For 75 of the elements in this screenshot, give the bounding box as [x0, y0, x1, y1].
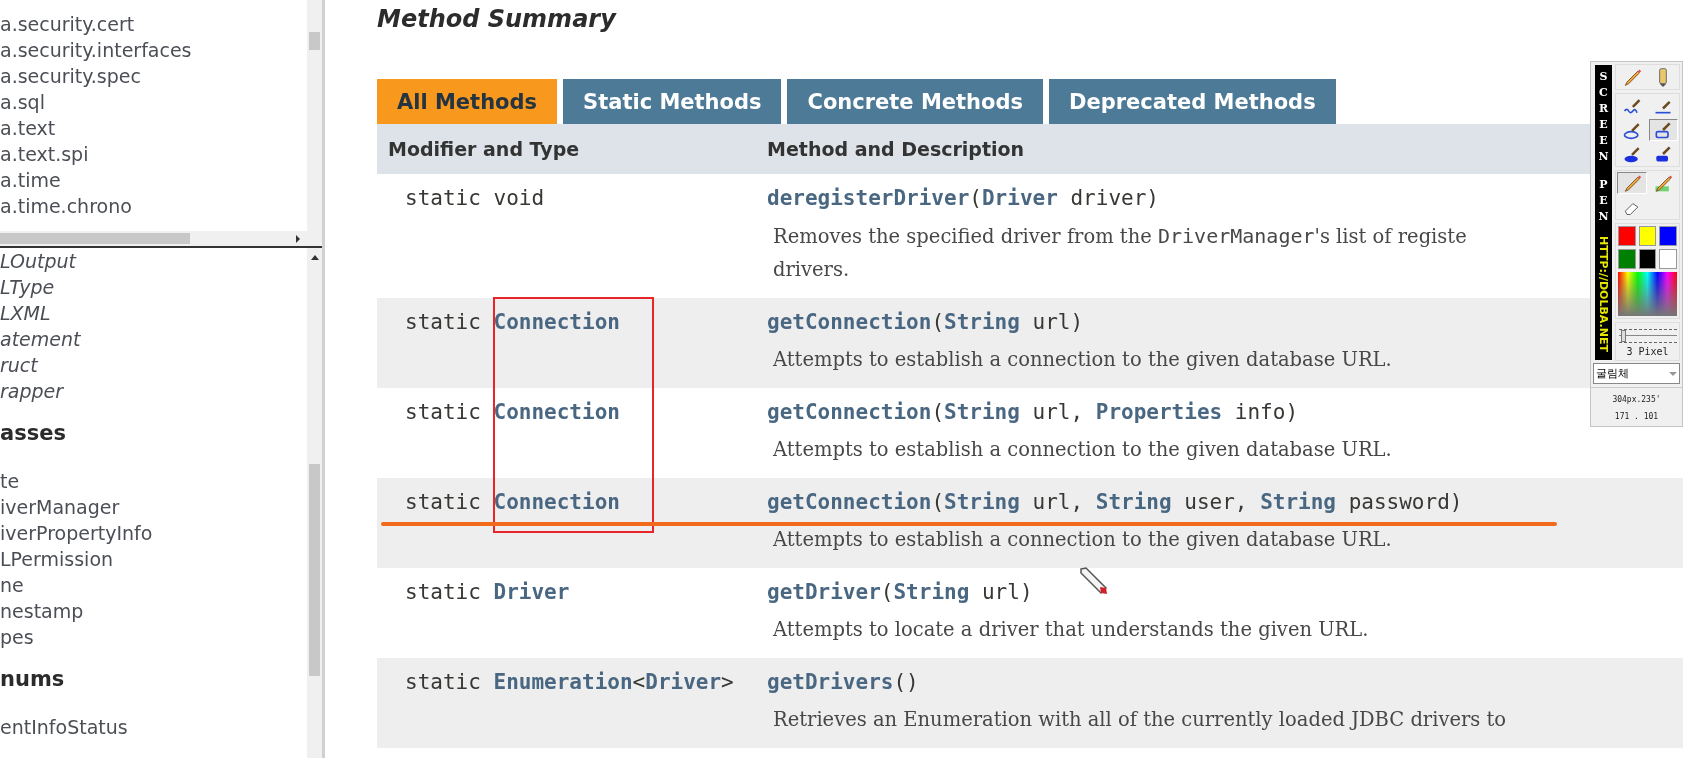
- scrollbar[interactable]: [307, 0, 322, 231]
- section-title: Method Summary: [377, 4, 616, 34]
- package-link[interactable]: a.text.spi: [0, 141, 89, 167]
- interface-link[interactable]: atement: [0, 326, 81, 352]
- tool-button[interactable]: [1648, 119, 1678, 141]
- package-link[interactable]: a.time.chrono: [0, 193, 132, 219]
- column-header: Modifier and Type: [388, 138, 580, 160]
- method-description: drivers.: [773, 257, 850, 283]
- class-link[interactable]: pes: [0, 624, 34, 650]
- caret-icon: [1667, 369, 1679, 378]
- method-signature[interactable]: getDriver(String url): [767, 574, 1033, 610]
- scroll-up-icon[interactable]: [309, 254, 320, 261]
- method-signature[interactable]: getConnection(String url, String user, String password): [767, 484, 1463, 520]
- thickness-reading: 3 Pixel: [1626, 346, 1669, 357]
- class-link[interactable]: LPermission: [0, 546, 114, 572]
- return-type: static void: [404, 185, 545, 212]
- interface-link[interactable]: ruct: [0, 352, 38, 378]
- scrollbar[interactable]: [0, 231, 322, 246]
- method-description: Retrieves an Enumeration with all of the currently loaded JDBC drivers to: [773, 707, 1507, 733]
- scroll-right-icon[interactable]: [294, 233, 302, 244]
- interface-link[interactable]: LOutput: [0, 248, 76, 274]
- return-type: static Connection: [404, 489, 620, 516]
- package-link[interactable]: a.security.spec: [0, 63, 141, 89]
- method-signature[interactable]: getConnection(String url, Properties info): [767, 394, 1299, 430]
- color-swatch[interactable]: [1618, 226, 1636, 246]
- package-link[interactable]: a.sql: [0, 89, 45, 115]
- font-dropdown[interactable]: 굴림체: [1593, 363, 1680, 384]
- section-heading: nums: [0, 666, 65, 692]
- brand-label: SCREEN: [1598, 69, 1609, 165]
- color-swatch[interactable]: [1618, 249, 1636, 269]
- class-link[interactable]: iverPropertyInfo: [0, 520, 153, 546]
- package-link[interactable]: a.security.interfaces: [0, 37, 192, 63]
- class-link[interactable]: ne: [0, 572, 24, 598]
- class-link[interactable]: nestamp: [0, 598, 84, 624]
- interface-link[interactable]: LType: [0, 274, 55, 300]
- package-link[interactable]: a.security.cert: [0, 11, 135, 37]
- color-swatch[interactable]: [1659, 226, 1677, 246]
- color-spectrum[interactable]: [1618, 272, 1677, 316]
- return-type: static Enumeration<Driver>: [404, 669, 734, 696]
- class-link[interactable]: iverManager: [0, 494, 120, 520]
- class-link[interactable]: entInfoStatus: [0, 714, 128, 740]
- method-description: Attempts to establish a connection to the given database URL.: [773, 437, 1392, 463]
- interface-link[interactable]: LXML: [0, 300, 51, 326]
- color-swatch[interactable]: [1659, 249, 1677, 269]
- method-signature[interactable]: getConnection(String url): [767, 304, 1084, 340]
- tab[interactable]: All Methods: [377, 79, 558, 124]
- method-description: Attempts to establish a connection to the given database URL.: [773, 527, 1392, 553]
- thickness-slider[interactable]: [1618, 329, 1677, 343]
- column-header: Method and Description: [767, 138, 1025, 160]
- website-label: HTTP://DOLBA.NET: [1597, 236, 1610, 353]
- color-swatch[interactable]: [1638, 249, 1657, 269]
- interface-link[interactable]: rapper: [0, 378, 64, 404]
- method-signature[interactable]: deregisterDriver(Driver driver): [767, 180, 1159, 216]
- return-type: static Connection: [404, 399, 620, 426]
- section-heading: asses: [0, 420, 66, 446]
- brand-label: PEN: [1598, 176, 1609, 225]
- tab[interactable]: Concrete Methods: [787, 79, 1043, 124]
- highlighter-icon: [1653, 173, 1674, 193]
- method-description: Attempts to locate a driver that understands the given URL.: [773, 617, 1369, 643]
- method-description: Removes the specified driver from the DriverManager's list of registe: [773, 223, 1467, 250]
- return-type: static Driver: [404, 579, 570, 606]
- scrollbar[interactable]: [307, 248, 322, 758]
- method-description: Attempts to establish a connection to the given database URL.: [773, 347, 1392, 373]
- tool-button[interactable]: [1617, 172, 1647, 194]
- coordinate-readout: 304px.235': [1612, 395, 1661, 404]
- method-signature[interactable]: getDrivers(): [767, 664, 919, 700]
- tab[interactable]: Static Methods: [563, 79, 782, 124]
- color-swatch[interactable]: [1638, 226, 1657, 246]
- tab[interactable]: Deprecated Methods: [1049, 79, 1336, 124]
- freehand-line-icon: [1621, 96, 1642, 116]
- class-link[interactable]: te: [0, 468, 20, 494]
- coordinate-readout: 171 . 101: [1614, 412, 1659, 421]
- package-link[interactable]: a.time: [0, 167, 61, 193]
- package-link[interactable]: a.text: [0, 115, 56, 141]
- return-type: static Connection: [404, 309, 620, 336]
